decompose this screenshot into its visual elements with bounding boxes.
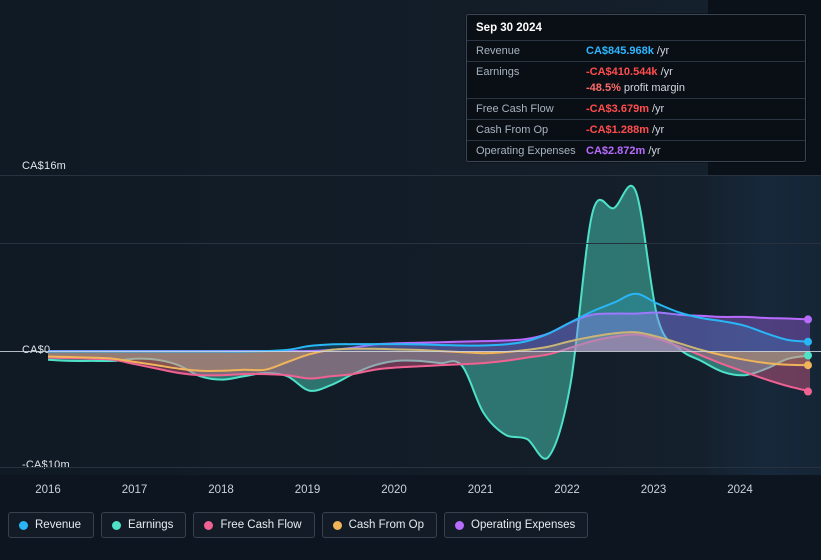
- gridline-mid-upper: [0, 243, 821, 244]
- x-tick-label: 2023: [640, 484, 667, 496]
- tooltip-row: Operating Expenses CA$2.872m/yr: [467, 140, 805, 161]
- legend-item-revenue[interactable]: Revenue: [8, 512, 95, 538]
- x-tick-label: 2020: [381, 484, 407, 496]
- tooltip-row: Revenue CA$845.968k/yr: [467, 40, 805, 61]
- tooltip-date: Sep 30 2024: [476, 22, 542, 34]
- endpoint-marker-earnings: [804, 351, 812, 360]
- tooltip-row-value: CA$845.968k: [586, 45, 654, 57]
- tooltip-row-label: Operating Expenses: [476, 145, 576, 157]
- x-tick-label: 2016: [35, 484, 61, 496]
- legend-item-free-cash-flow[interactable]: Free Cash Flow: [193, 512, 315, 538]
- x-tick-label: 2019: [294, 484, 321, 496]
- chart-legend: Revenue Earnings Free Cash Flow Cash From O…: [8, 512, 589, 538]
- x-tick-label: 2024: [727, 484, 753, 496]
- plot-area: [0, 175, 821, 475]
- x-tick-label: 2018: [208, 484, 234, 496]
- tooltip-row: Cash From Op -CA$1.288m/yr: [467, 119, 805, 140]
- tooltip-row-unit: /yr: [656, 45, 670, 57]
- legend-label: Operating Expenses: [471, 519, 576, 531]
- endpoint-marker-revenue: [804, 337, 812, 346]
- legend-item-operating-expenses[interactable]: Operating Expenses: [444, 512, 589, 538]
- x-tick-label: 2022: [554, 484, 580, 496]
- legend-color-dot: [455, 520, 465, 530]
- x-tick-label: 2021: [467, 484, 494, 496]
- legend-color-dot: [19, 520, 28, 530]
- data-tooltip: Sep 30 2024 Revenue CA$845.968k/yr Earning…: [466, 14, 806, 162]
- endpoint-marker-operating-expenses: [804, 315, 812, 324]
- tooltip-row-value: CA$2.872m: [586, 145, 646, 157]
- tooltip-row-label: Cash From Op: [476, 124, 549, 136]
- tooltip-row-label: Free Cash Flow: [476, 103, 554, 115]
- gridline-bottom: [0, 467, 821, 468]
- tooltip-row-unit: /yr: [651, 103, 665, 115]
- y-axis-label-top: CA$16m: [22, 160, 66, 172]
- tooltip-row-unit: /yr: [648, 145, 661, 157]
- tooltip-profit-margin-label: profit margin: [623, 82, 685, 94]
- tooltip-row-unit: /yr: [651, 124, 665, 136]
- x-tick-label: 2017: [121, 484, 148, 496]
- legend-item-earnings[interactable]: Earnings: [101, 512, 187, 538]
- endpoint-marker-free-cash-flow: [804, 387, 812, 396]
- chart-root: CA$16m CA$0 -CA$10m 2016 2017 2018 2019 2020…: [0, 0, 821, 560]
- tooltip-row: Free Cash Flow -CA$3.679m/yr: [467, 98, 805, 119]
- legend-label: Cash From Op: [348, 519, 425, 531]
- chart-svg: [47, 184, 812, 460]
- legend-color-dot: [112, 520, 122, 530]
- legend-item-cash-from-op[interactable]: Cash From Op: [321, 512, 438, 538]
- legend-color-dot: [332, 520, 342, 530]
- tooltip-rows: Revenue CA$845.968k/yr Earnings -CA$410.544…: [467, 40, 805, 161]
- endpoint-marker-cash-from-op: [804, 361, 812, 370]
- tooltip-subrow: -48.5% profit margin: [467, 82, 805, 98]
- tooltip-row-value: -CA$410.544k: [586, 66, 658, 78]
- legend-label: Free Cash Flow: [220, 519, 302, 531]
- legend-color-dot: [204, 520, 214, 530]
- legend-label: Earnings: [128, 519, 174, 531]
- legend-label: Revenue: [35, 519, 82, 531]
- zero-line: [0, 351, 821, 352]
- gridline-top: [0, 175, 821, 176]
- tooltip-profit-margin-value: -48.5%: [586, 82, 621, 94]
- tooltip-row-label: Revenue: [476, 45, 521, 57]
- tooltip-row-label: Earnings: [476, 66, 520, 78]
- tooltip-row-unit: /yr: [660, 66, 673, 78]
- tooltip-row-value: -CA$1.288m: [586, 124, 649, 136]
- tooltip-row-value: -CA$3.679m: [586, 103, 649, 115]
- tooltip-row: Earnings -CA$410.544k/yr: [467, 61, 805, 82]
